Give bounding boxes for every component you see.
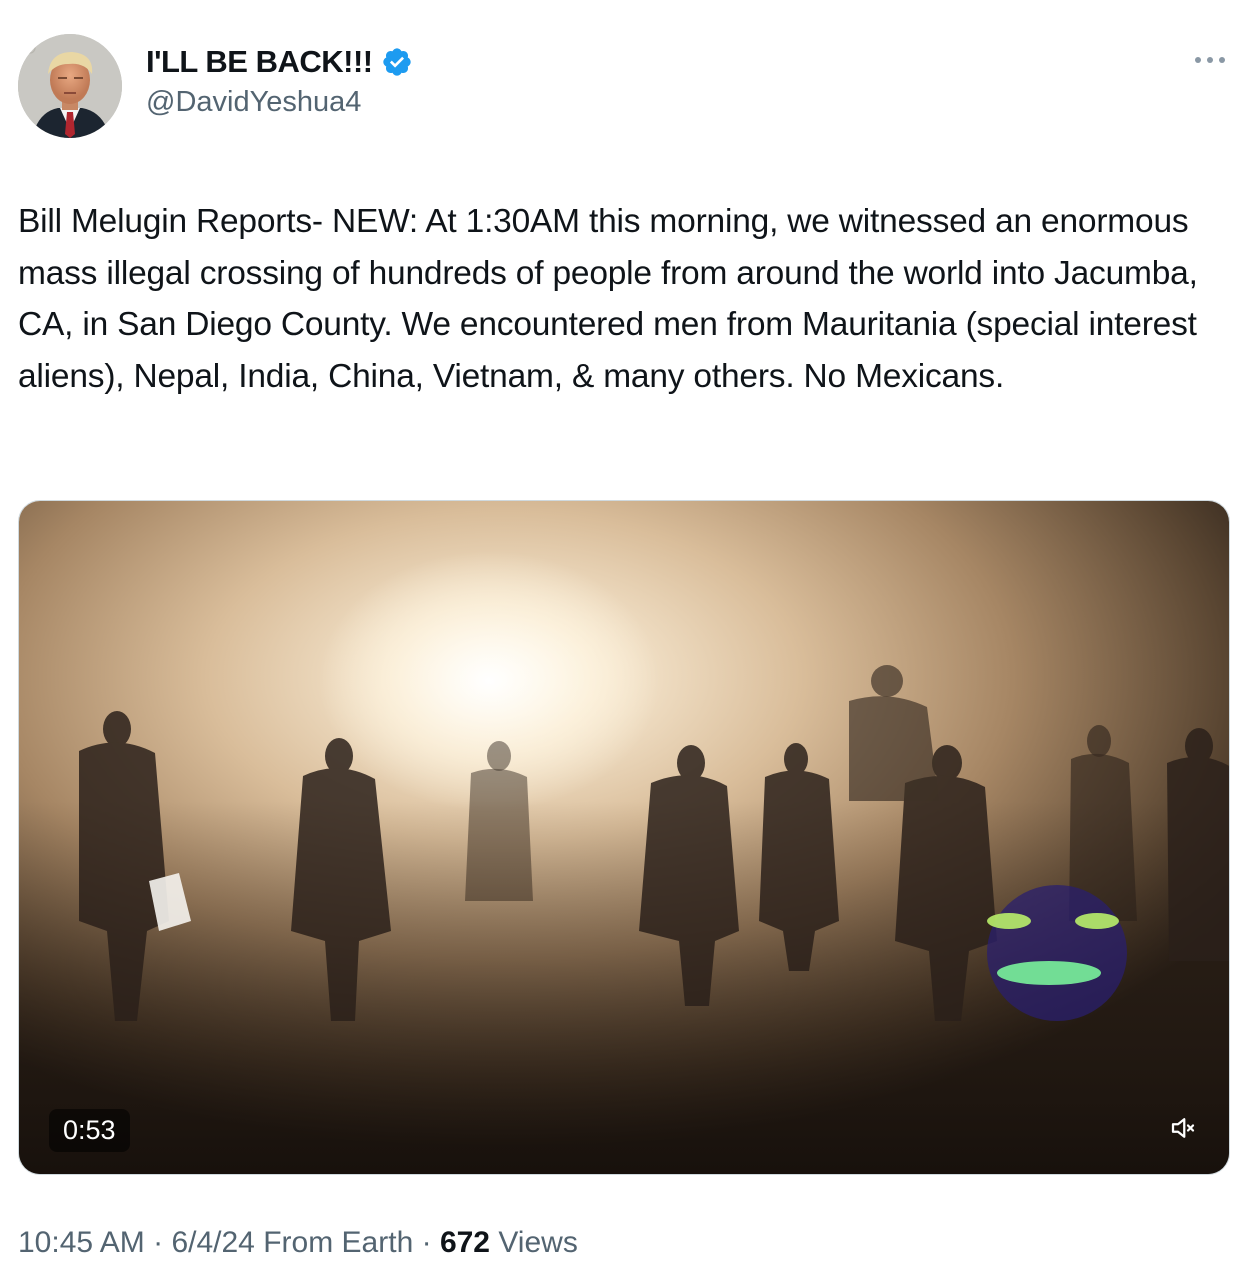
- post-text: Bill Melugin Reports- NEW: At 1:30AM thi…: [18, 203, 1198, 395]
- post-time[interactable]: 10:45 AM: [18, 1226, 145, 1259]
- mute-icon[interactable]: [1163, 1108, 1203, 1148]
- user-handle[interactable]: @DavidYeshua4: [146, 86, 413, 119]
- verified-badge-icon[interactable]: [381, 46, 413, 78]
- more-options-icon[interactable]: [1195, 50, 1225, 70]
- views-count[interactable]: 672: [440, 1226, 490, 1259]
- display-name[interactable]: I'LL BE BACK!!!: [146, 44, 373, 80]
- post-date[interactable]: 6/4/24: [171, 1226, 254, 1259]
- author-block: I'LL BE BACK!!! @DavidYeshua4: [146, 40, 413, 119]
- dot: [1207, 57, 1213, 63]
- dot: [1219, 57, 1225, 63]
- avatar-image: [18, 34, 122, 138]
- display-name-row: I'LL BE BACK!!!: [146, 40, 413, 84]
- video-player[interactable]: 0:53: [18, 500, 1230, 1175]
- video-frame: [19, 501, 1229, 1174]
- post-source: From Earth: [263, 1226, 414, 1259]
- separator: ·: [153, 1226, 164, 1259]
- views-label[interactable]: Views: [498, 1226, 577, 1259]
- avatar[interactable]: [18, 34, 122, 138]
- dot: [1195, 57, 1201, 63]
- post-meta: 10:45 AM · 6/4/24 From Earth · 672 Views: [18, 1226, 578, 1260]
- separator: ·: [421, 1226, 432, 1259]
- video-duration: 0:53: [49, 1109, 130, 1152]
